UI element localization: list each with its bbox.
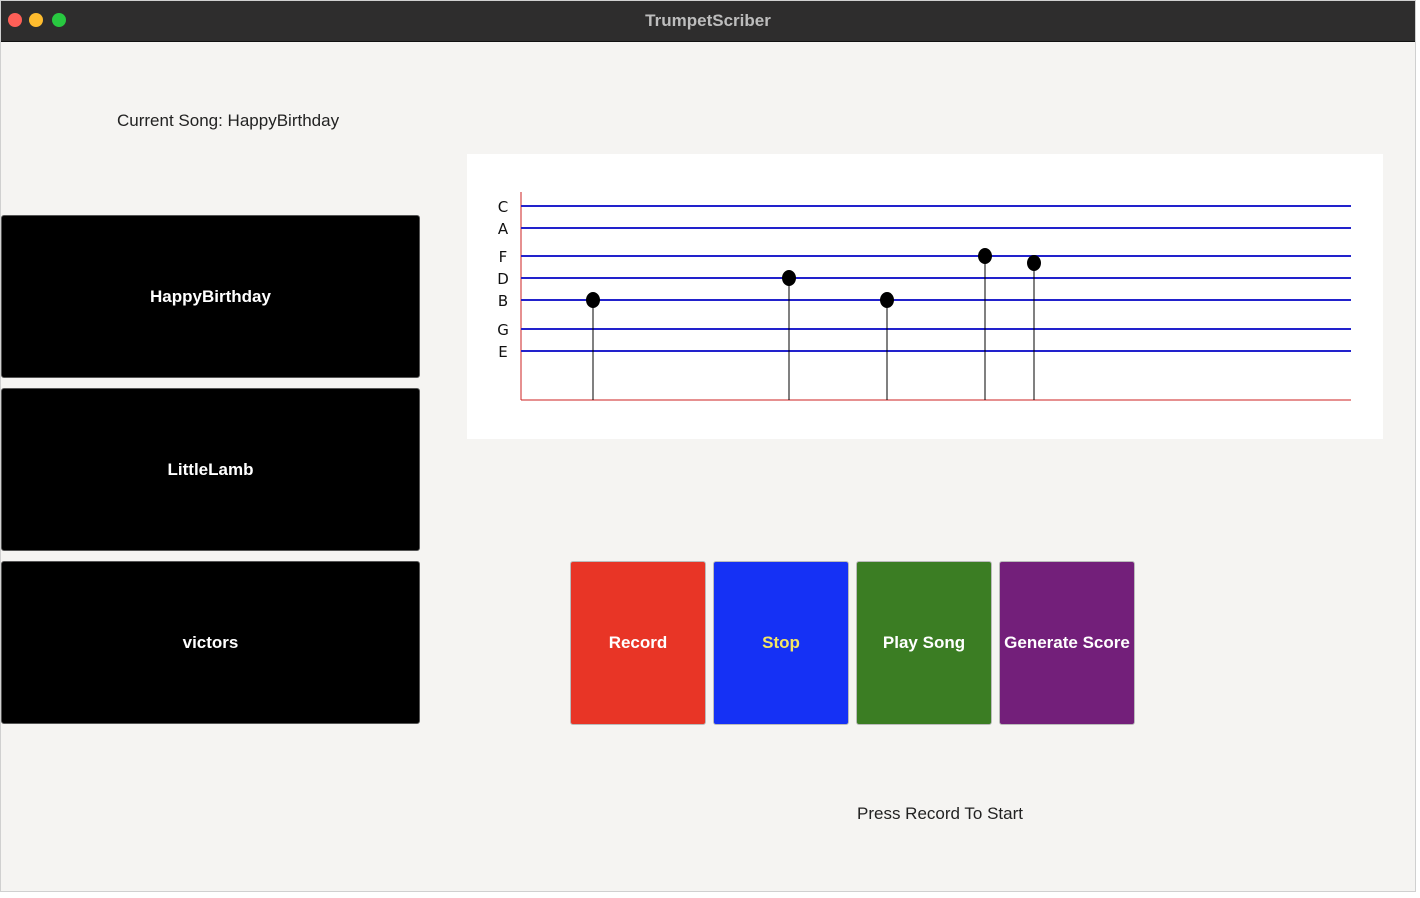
title-bar: TrumpetScriber (1, 1, 1415, 42)
record-button[interactable]: Record (570, 561, 706, 725)
song-button-happybirthday[interactable]: HappyBirthday (1, 215, 420, 378)
staff-label-f: F (499, 248, 508, 266)
staff-label-a: A (498, 220, 509, 238)
note-head-2 (782, 270, 796, 286)
song-button-victors[interactable]: victors (1, 561, 420, 724)
song-button-littlelamb[interactable]: LittleLamb (1, 388, 420, 551)
note-head-5 (1027, 255, 1041, 271)
staff-label-c: C (498, 198, 508, 216)
status-text: Press Record To Start (857, 804, 1023, 823)
note-head-4 (978, 248, 992, 264)
window-title: TrumpetScriber (645, 11, 771, 30)
note-head-1 (586, 292, 600, 308)
play-song-button[interactable]: Play Song (856, 561, 992, 725)
current-song-label: Current Song: HappyBirthday (117, 111, 340, 130)
note-head-3 (880, 292, 894, 308)
staff-label-b: B (498, 292, 508, 310)
staff-label-g: G (497, 321, 509, 339)
stop-button[interactable]: Stop (713, 561, 849, 725)
staff-label-e: E (498, 343, 507, 361)
score-chart: CAFDBGE (467, 154, 1383, 439)
staff-label-d: D (497, 270, 509, 288)
staff-svg: CAFDBGE (497, 192, 1351, 401)
generate-score-button[interactable]: Generate Score (999, 561, 1135, 725)
app-window: TrumpetScriber Current Song: HappyBirthd… (0, 0, 1416, 892)
